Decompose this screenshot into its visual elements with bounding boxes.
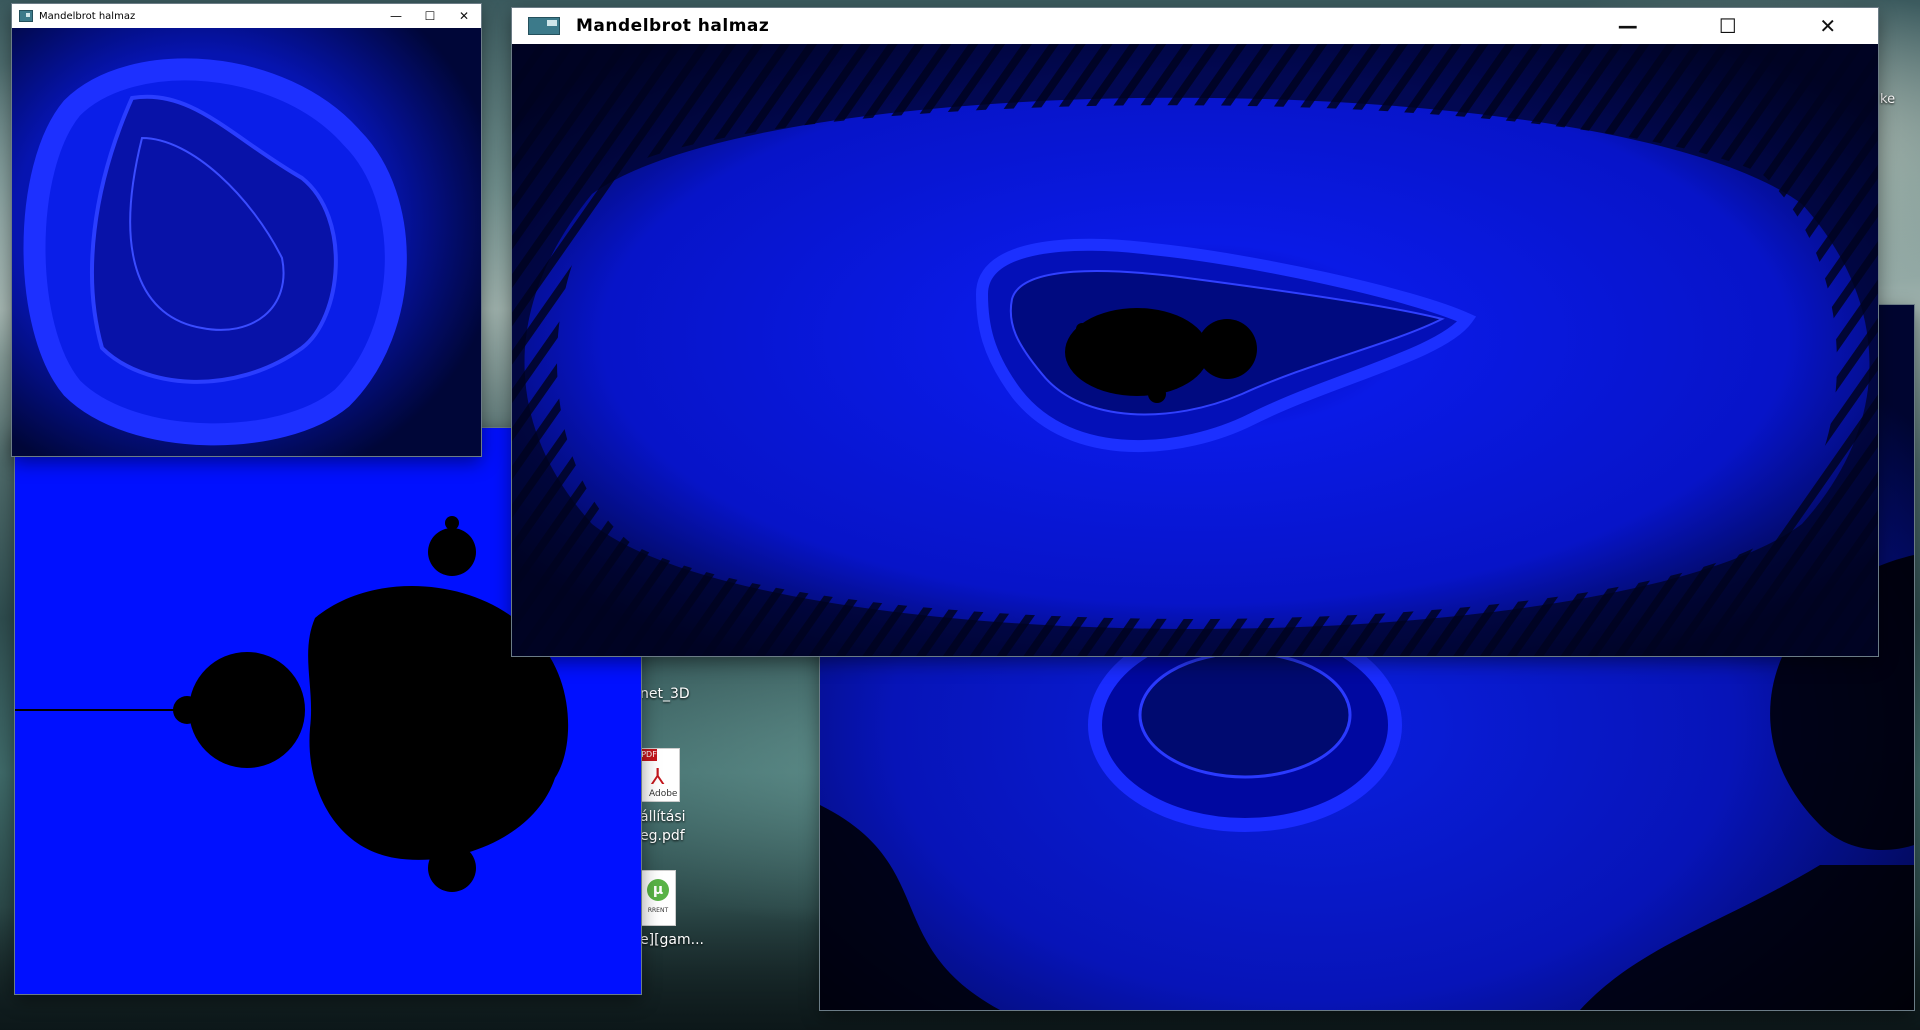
close-button[interactable]: ✕ bbox=[447, 4, 481, 28]
desktop-icon-net3d-label: net_3D bbox=[640, 686, 690, 702]
window-titlebar[interactable]: Mandelbrot halmaz — ☐ ✕ bbox=[512, 8, 1878, 44]
pdf-file-icon[interactable]: PDF ⅄ Adobe bbox=[640, 748, 680, 802]
pdf-badge: PDF bbox=[641, 749, 657, 761]
desktop-icon-torrent-label[interactable]: e][gam... bbox=[640, 932, 704, 948]
torrent-sub-label: RRENT bbox=[647, 907, 669, 914]
fractal-canvas-main[interactable] bbox=[512, 44, 1878, 656]
pdf-label-line1: állítási bbox=[640, 809, 686, 825]
app-icon bbox=[528, 17, 560, 35]
torrent-file-icon[interactable]: µ RRENT bbox=[640, 870, 676, 926]
maximize-button[interactable]: ☐ bbox=[1678, 8, 1778, 44]
desktop-icon-pdf-label[interactable]: állítási eg.pdf bbox=[640, 808, 686, 846]
fractal-window-small[interactable]: Mandelbrot halmaz — ☐ ✕ bbox=[12, 4, 481, 456]
app-icon bbox=[19, 10, 33, 22]
utorrent-icon: µ bbox=[647, 879, 669, 901]
minimize-button[interactable]: — bbox=[1578, 8, 1678, 44]
close-button[interactable]: ✕ bbox=[1778, 8, 1878, 44]
acrobat-icon: ⅄ bbox=[651, 765, 665, 790]
pdf-sub-label: Adobe bbox=[649, 789, 678, 799]
maximize-button[interactable]: ☐ bbox=[413, 4, 447, 28]
window-title: Mandelbrot halmaz bbox=[39, 10, 136, 22]
fractal-canvas-small[interactable] bbox=[12, 28, 481, 456]
fractal-window-main[interactable]: Mandelbrot halmaz — ☐ ✕ bbox=[512, 8, 1878, 656]
pdf-label-line2: eg.pdf bbox=[640, 828, 685, 844]
desktop-icon-label-1[interactable]: net_3D bbox=[640, 686, 690, 702]
desktop-edge-text: ke bbox=[1880, 92, 1896, 107]
window-titlebar[interactable]: Mandelbrot halmaz — ☐ ✕ bbox=[12, 4, 481, 28]
window-title: Mandelbrot halmaz bbox=[576, 16, 770, 36]
minimize-button[interactable]: — bbox=[379, 4, 413, 28]
torrent-label: e][gam... bbox=[640, 932, 704, 948]
